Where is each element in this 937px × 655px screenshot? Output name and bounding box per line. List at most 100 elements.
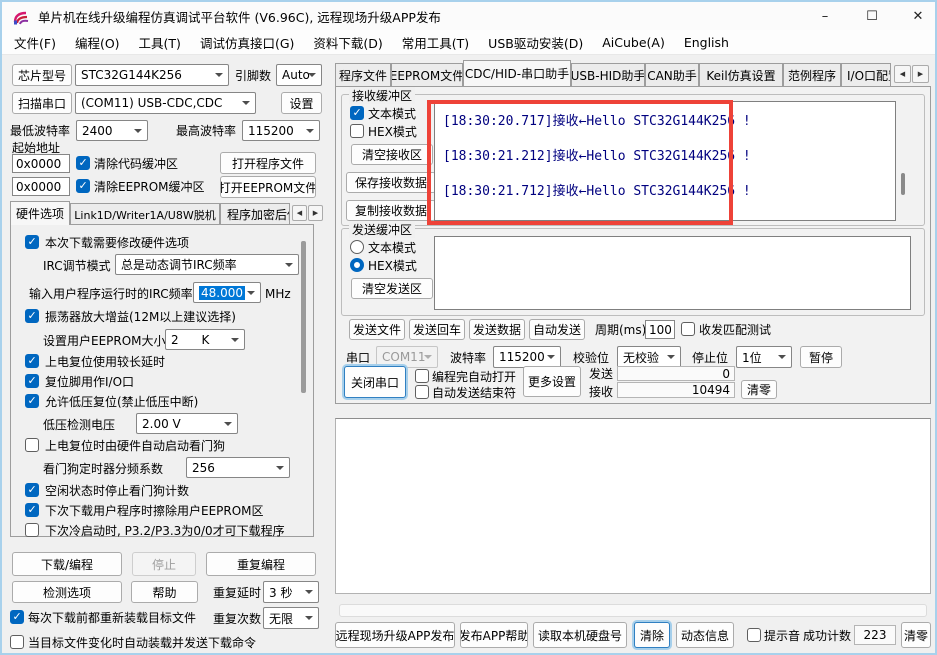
irc-mode-combo[interactable]: 总是动态调节IRC频率: [115, 254, 299, 275]
lvr-checkbox[interactable]: [25, 394, 39, 408]
rx-text-mode-checkbox[interactable]: [350, 106, 364, 120]
long-delay-checkbox[interactable]: [25, 354, 39, 368]
reset-io-checkbox[interactable]: [25, 374, 39, 388]
reload-target-checkbox[interactable]: [10, 610, 24, 624]
autoload-checkbox[interactable]: [10, 635, 24, 649]
menu-tools[interactable]: 工具(T): [139, 33, 181, 52]
reprogram-button[interactable]: 重复编程: [206, 552, 316, 576]
app-logo-icon: [12, 7, 31, 28]
menu-debug-interface[interactable]: 调试仿真接口(G): [200, 33, 294, 52]
auto-open-checkbox[interactable]: [415, 369, 429, 383]
clear-eeprom-checkbox[interactable]: [76, 179, 90, 193]
repeat-count-combo[interactable]: 无限: [263, 607, 319, 629]
scan-port-button[interactable]: 扫描串口: [12, 92, 72, 114]
send-file-button[interactable]: 发送文件: [349, 319, 405, 340]
erase-eeprom-checkbox[interactable]: [25, 503, 39, 517]
close-port-button[interactable]: 关闭串口: [344, 366, 406, 398]
cold-boot-checkbox[interactable]: [25, 523, 39, 537]
parity-combo[interactable]: 无校验: [617, 346, 681, 368]
clear-count-button[interactable]: 清零: [741, 380, 777, 399]
help-button[interactable]: 帮助: [131, 581, 198, 603]
save-receive-button[interactable]: 保存接收数据: [346, 172, 436, 193]
max-baud-combo[interactable]: 115200: [242, 120, 320, 141]
serial-port-combo[interactable]: (COM11) USB-CDC,CDC: [75, 92, 256, 114]
clear-send-button[interactable]: 清空发送区: [351, 278, 433, 299]
success-clear-button[interactable]: 清零: [901, 622, 931, 648]
tab-eeprom-file[interactable]: EEPROM文件: [391, 63, 463, 86]
stop-button[interactable]: 停止: [132, 552, 196, 576]
minimize-button[interactable]: –: [808, 2, 842, 30]
tab-encrypted-transfer[interactable]: 程序加密后传输: [220, 203, 290, 225]
receive-scrollbar[interactable]: [901, 173, 905, 195]
menu-common-tools[interactable]: 常用工具(T): [402, 33, 469, 52]
copy-receive-button[interactable]: 复制接收数据: [346, 200, 436, 221]
tab-hardware-options[interactable]: 硬件选项: [10, 201, 70, 225]
close-button[interactable]: ✕: [901, 2, 935, 30]
chip-model-combo[interactable]: STC32G144K256: [75, 64, 229, 86]
tx-text-mode-radio[interactable]: [350, 240, 364, 254]
serial-port-name-combo[interactable]: COM11: [376, 346, 438, 368]
menu-aicube[interactable]: AiCube(A): [602, 35, 665, 50]
auto-send-button[interactable]: 自动发送: [529, 319, 585, 340]
rx-hex-mode-checkbox[interactable]: [350, 124, 364, 138]
menu-file[interactable]: 文件(F): [14, 33, 56, 52]
tab-scroll-left-icon[interactable]: ◀: [292, 205, 307, 221]
stop-bit-combo[interactable]: 1位: [736, 346, 792, 368]
publish-help-button[interactable]: 发布APP帮助: [460, 622, 528, 648]
clear-receive-button[interactable]: 清空接收区: [351, 144, 433, 165]
tab-io-config[interactable]: I/O口配置: [841, 63, 891, 86]
tab-keil-sim[interactable]: Keil仿真设置: [699, 63, 783, 86]
open-eeprom-button[interactable]: 打开EEPROM文件: [220, 176, 316, 198]
menu-usb-driver[interactable]: USB驱动安装(D): [488, 33, 583, 52]
auto-end-checkbox[interactable]: [415, 385, 429, 399]
eeprom-address-input[interactable]: [12, 177, 70, 196]
wdt-auto-checkbox[interactable]: [25, 438, 39, 452]
wdt-idle-checkbox[interactable]: [25, 483, 39, 497]
baud-combo[interactable]: 115200: [493, 346, 561, 368]
clear-code-checkbox[interactable]: [76, 156, 90, 170]
check-options-button[interactable]: 检测选项: [12, 581, 122, 603]
tab-scroll-right-icon[interactable]: ▶: [912, 65, 929, 83]
min-baud-combo[interactable]: 2400: [76, 120, 148, 141]
pause-button[interactable]: 暂停: [800, 346, 842, 368]
send-data-button[interactable]: 发送数据: [469, 319, 525, 340]
tab-examples[interactable]: 范例程序: [783, 63, 841, 86]
tab-usb-hid[interactable]: USB-HID助手: [571, 63, 645, 86]
tab-scroll-left-icon[interactable]: ◀: [894, 65, 911, 83]
tab-cdc-hid-serial[interactable]: CDC/HID-串口助手: [463, 60, 571, 86]
code-address-input[interactable]: [12, 154, 70, 173]
osc-gain-checkbox[interactable]: [25, 309, 39, 323]
tab-program-file[interactable]: 程序文件: [335, 63, 391, 86]
wdt-div-combo[interactable]: 256: [186, 457, 290, 478]
maximize-button[interactable]: ☐: [855, 2, 889, 30]
menu-program[interactable]: 编程(O): [75, 33, 120, 52]
read-disk-id-button[interactable]: 读取本机硬盘号: [533, 622, 627, 648]
repeat-delay-combo[interactable]: 3 秒: [263, 581, 319, 603]
lvd-combo[interactable]: 2.00 V: [136, 413, 238, 434]
modify-hw-checkbox[interactable]: [25, 235, 39, 249]
tab-offline-writer[interactable]: Link1D/Writer1A/U8W脱机: [70, 203, 220, 225]
tx-hex-mode-radio[interactable]: [350, 258, 364, 272]
tab-scroll-right-icon[interactable]: ▶: [308, 205, 323, 221]
beep-checkbox[interactable]: [747, 628, 761, 642]
eeprom-size-combo[interactable]: 2 K: [165, 329, 245, 350]
match-test-checkbox[interactable]: [681, 322, 695, 336]
menu-english[interactable]: English: [684, 35, 729, 50]
options-scrollbar[interactable]: [301, 241, 306, 393]
download-button[interactable]: 下载/编程: [12, 552, 122, 576]
send-cr-button[interactable]: 发送回车: [409, 319, 465, 340]
menu-downloads[interactable]: 资料下载(D): [313, 33, 382, 52]
send-textarea[interactable]: [434, 236, 911, 310]
irc-freq-combo[interactable]: 48.000: [193, 282, 261, 303]
period-input[interactable]: [645, 320, 675, 339]
remote-upgrade-publish-button[interactable]: 远程现场升级APP发布: [335, 622, 455, 648]
info-output-area[interactable]: [335, 418, 931, 594]
clear-button[interactable]: 清除: [634, 622, 670, 648]
pin-count-combo[interactable]: Auto: [276, 64, 322, 86]
more-settings-button[interactable]: 更多设置: [523, 366, 581, 397]
open-program-button[interactable]: 打开程序文件: [220, 152, 316, 174]
dynamic-info-button[interactable]: 动态信息: [676, 622, 734, 648]
chip-model-button[interactable]: 芯片型号: [12, 64, 72, 86]
port-settings-button[interactable]: 设置: [281, 92, 322, 114]
tab-can[interactable]: CAN助手: [645, 63, 699, 86]
